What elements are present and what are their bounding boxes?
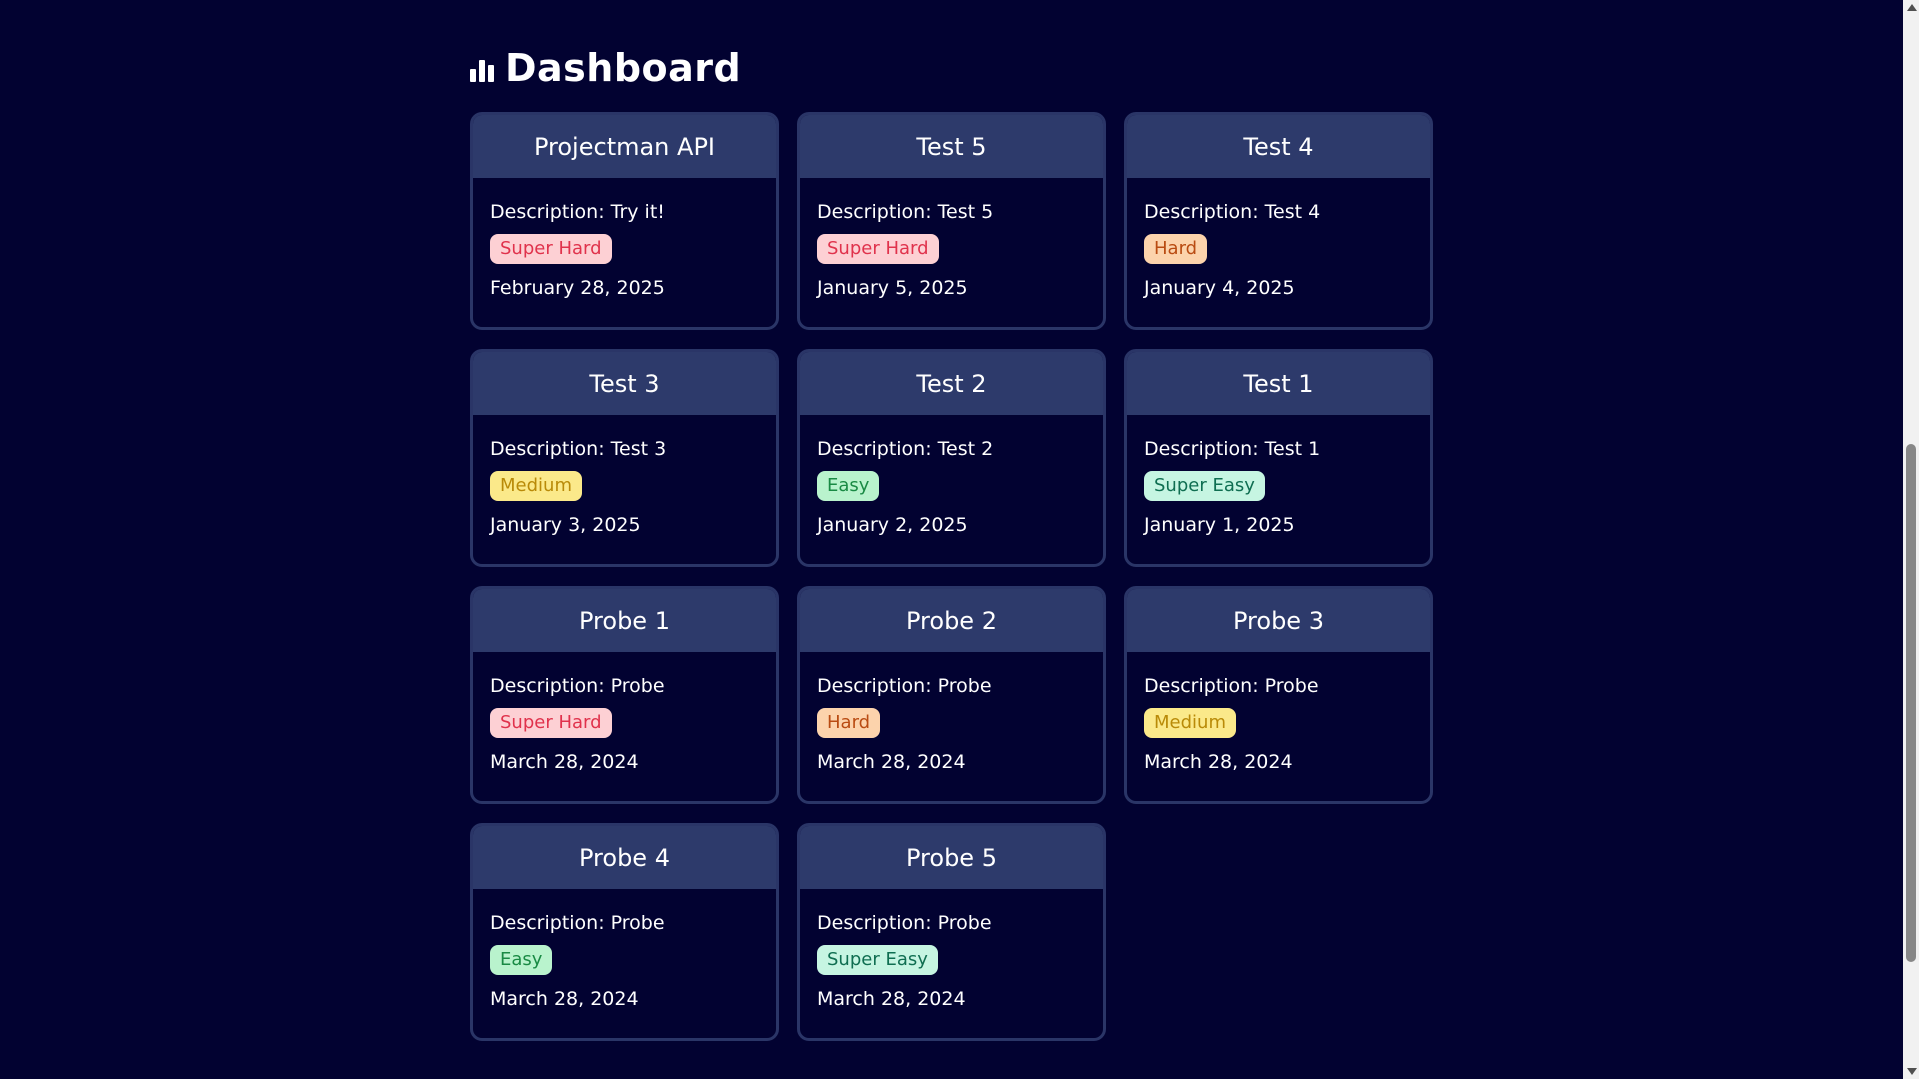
project-description: Description: Probe: [1144, 675, 1319, 697]
project-description: Description: Test 5: [817, 201, 994, 223]
project-card-title: Probe 3: [1127, 589, 1430, 652]
project-card-title: Probe 5: [800, 826, 1103, 889]
project-date: February 28, 2025: [490, 277, 665, 299]
project-date: January 3, 2025: [490, 514, 641, 536]
project-card-body: Description: Try it! Super Hard February…: [473, 178, 776, 302]
project-card-title: Test 4: [1127, 115, 1430, 178]
project-card[interactable]: Probe 3 Description: Probe Medium March …: [1124, 586, 1433, 804]
page-title: Dashboard: [505, 46, 742, 90]
scroll-up-arrow-icon[interactable]: [1907, 4, 1917, 11]
project-card-body: Description: Test 2 Easy January 2, 2025: [800, 415, 1103, 539]
project-date: March 28, 2024: [490, 988, 639, 1010]
project-card[interactable]: Test 5 Description: Test 5 Super Hard Ja…: [797, 112, 1106, 330]
project-grid: Projectman API Description: Try it! Supe…: [470, 112, 1435, 1041]
project-card[interactable]: Probe 2 Description: Probe Hard March 28…: [797, 586, 1106, 804]
project-card-title: Test 3: [473, 352, 776, 415]
project-card-body: Description: Probe Hard March 28, 2024: [800, 652, 1103, 776]
project-card-body: Description: Probe Super Hard March 28, …: [473, 652, 776, 776]
project-description: Description: Test 2: [817, 438, 994, 460]
project-card[interactable]: Test 1 Description: Test 1 Super Easy Ja…: [1124, 349, 1433, 567]
project-date: March 28, 2024: [817, 751, 966, 773]
project-card-body: Description: Test 5 Super Hard January 5…: [800, 178, 1103, 302]
project-card-body: Description: Probe Medium March 28, 2024: [1127, 652, 1430, 776]
project-card[interactable]: Probe 5 Description: Probe Super Easy Ma…: [797, 823, 1106, 1041]
project-description: Description: Probe: [490, 912, 665, 934]
page-header: Dashboard: [470, 40, 1435, 96]
project-date: January 1, 2025: [1144, 514, 1295, 536]
project-date: March 28, 2024: [817, 988, 966, 1010]
dashboard-page: Dashboard Projectman API Description: Tr…: [0, 0, 1919, 1079]
project-card[interactable]: Test 3 Description: Test 3 Medium Januar…: [470, 349, 779, 567]
vertical-scrollbar[interactable]: [1903, 0, 1919, 1079]
difficulty-badge: Medium: [490, 471, 582, 501]
scroll-down-arrow-icon[interactable]: [1907, 1068, 1917, 1075]
project-card-body: Description: Test 4 Hard January 4, 2025: [1127, 178, 1430, 302]
difficulty-badge: Easy: [817, 471, 880, 501]
project-description: Description: Probe: [817, 675, 992, 697]
project-date: January 5, 2025: [817, 277, 968, 299]
project-description: Description: Test 4: [1144, 201, 1321, 223]
main-content: Dashboard Projectman API Description: Tr…: [470, 40, 1435, 1041]
project-date: March 28, 2024: [490, 751, 639, 773]
project-card-title: Test 1: [1127, 352, 1430, 415]
bar-chart-icon: [470, 58, 494, 82]
difficulty-badge: Super Easy: [1144, 471, 1265, 501]
project-card-title: Probe 2: [800, 589, 1103, 652]
scrollbar-thumb[interactable]: [1906, 444, 1916, 962]
difficulty-badge: Easy: [490, 945, 553, 975]
project-card-title: Test 5: [800, 115, 1103, 178]
project-date: January 4, 2025: [1144, 277, 1295, 299]
project-description: Description: Test 1: [1144, 438, 1321, 460]
project-card[interactable]: Test 2 Description: Test 2 Easy January …: [797, 349, 1106, 567]
project-date: January 2, 2025: [817, 514, 968, 536]
project-card-title: Projectman API: [473, 115, 776, 178]
project-card-body: Description: Probe Easy March 28, 2024: [473, 889, 776, 1013]
difficulty-badge: Super Hard: [490, 234, 612, 264]
project-card-body: Description: Test 1 Super Easy January 1…: [1127, 415, 1430, 539]
project-card[interactable]: Probe 1 Description: Probe Super Hard Ma…: [470, 586, 779, 804]
project-description: Description: Probe: [817, 912, 992, 934]
project-date: March 28, 2024: [1144, 751, 1293, 773]
project-description: Description: Probe: [490, 675, 665, 697]
project-card[interactable]: Probe 4 Description: Probe Easy March 28…: [470, 823, 779, 1041]
project-description: Description: Try it!: [490, 201, 665, 223]
project-card-title: Probe 4: [473, 826, 776, 889]
difficulty-badge: Super Hard: [817, 234, 939, 264]
difficulty-badge: Hard: [817, 708, 881, 738]
project-card[interactable]: Projectman API Description: Try it! Supe…: [470, 112, 779, 330]
project-card-title: Probe 1: [473, 589, 776, 652]
difficulty-badge: Hard: [1144, 234, 1208, 264]
project-description: Description: Test 3: [490, 438, 667, 460]
project-card-body: Description: Probe Super Easy March 28, …: [800, 889, 1103, 1013]
difficulty-badge: Super Easy: [817, 945, 938, 975]
project-card[interactable]: Test 4 Description: Test 4 Hard January …: [1124, 112, 1433, 330]
difficulty-badge: Medium: [1144, 708, 1236, 738]
project-card-title: Test 2: [800, 352, 1103, 415]
difficulty-badge: Super Hard: [490, 708, 612, 738]
project-card-body: Description: Test 3 Medium January 3, 20…: [473, 415, 776, 539]
